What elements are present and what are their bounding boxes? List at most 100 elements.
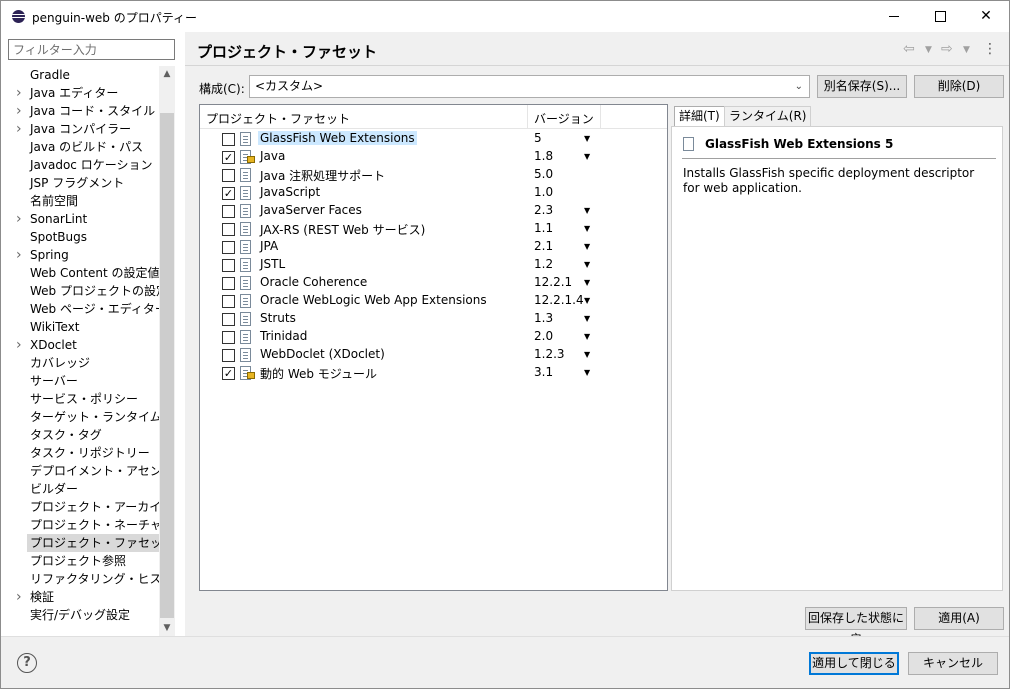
facet-version[interactable]: 12.2.1.4 bbox=[534, 293, 584, 307]
facet-checkbox[interactable] bbox=[222, 295, 235, 308]
sidebar-item[interactable]: › 検証 bbox=[8, 588, 159, 606]
sidebar-item[interactable]: タスク・リポジトリー bbox=[8, 444, 159, 462]
tab-details[interactable]: 詳細(T) bbox=[674, 106, 725, 127]
facet-version[interactable]: 2.3 bbox=[534, 203, 553, 217]
sidebar-item[interactable]: Web Content の設定値 bbox=[8, 264, 159, 282]
chevron-right-icon[interactable]: › bbox=[16, 120, 26, 138]
back-arrow-icon[interactable]: ⇦ bbox=[903, 41, 915, 57]
facet-row[interactable]: Trinidad 2.0 ▼ bbox=[200, 328, 667, 346]
facet-column-header[interactable]: プロジェクト・ファセット bbox=[206, 110, 350, 127]
sidebar-item[interactable]: › Java エディター bbox=[8, 84, 159, 102]
restore-button[interactable]: 回保存した状態に戻 bbox=[805, 607, 907, 646]
view-menu-icon[interactable]: ⋮ bbox=[983, 41, 997, 57]
facet-checkbox[interactable]: ✓ bbox=[222, 367, 235, 380]
facet-checkbox[interactable] bbox=[222, 277, 235, 290]
facet-row[interactable]: JSTL 1.2 ▼ bbox=[200, 256, 667, 274]
facet-row[interactable]: Struts 1.3 ▼ bbox=[200, 310, 667, 328]
facet-version[interactable]: 1.0 bbox=[534, 185, 553, 199]
close-button[interactable]: ✕ bbox=[963, 1, 1009, 32]
tab-runtime[interactable]: ランタイム(R) bbox=[724, 106, 812, 126]
version-dropdown-icon[interactable]: ▼ bbox=[584, 347, 590, 363]
version-dropdown-icon[interactable]: ▼ bbox=[584, 149, 590, 165]
version-dropdown-icon[interactable]: ▼ bbox=[584, 239, 590, 255]
maximize-button[interactable] bbox=[917, 1, 963, 32]
facet-checkbox[interactable] bbox=[222, 331, 235, 344]
version-dropdown-icon[interactable]: ▼ bbox=[584, 257, 590, 273]
facet-row[interactable]: Java 注釈処理サポート 5.0 bbox=[200, 166, 667, 184]
sidebar-item[interactable]: プロジェクト参照 bbox=[8, 552, 159, 570]
facet-row[interactable]: ✓ 動的 Web モジュール 3.1 ▼ bbox=[200, 364, 667, 382]
facet-checkbox[interactable] bbox=[222, 205, 235, 218]
minimize-button[interactable] bbox=[871, 1, 917, 32]
facet-row[interactable]: ✓ Java 1.8 ▼ bbox=[200, 148, 667, 166]
chevron-right-icon[interactable]: › bbox=[16, 84, 26, 102]
facet-checkbox[interactable] bbox=[222, 169, 235, 182]
chevron-right-icon[interactable]: › bbox=[16, 246, 26, 264]
facet-checkbox[interactable]: ✓ bbox=[222, 151, 235, 164]
sidebar-item[interactable]: › XDoclet bbox=[8, 336, 159, 354]
facet-version[interactable]: 2.0 bbox=[534, 329, 553, 343]
facet-row[interactable]: JAX-RS (REST Web サービス) 1.1 ▼ bbox=[200, 220, 667, 238]
filter-input[interactable] bbox=[8, 39, 175, 60]
facet-checkbox[interactable] bbox=[222, 133, 235, 146]
sidebar-item[interactable]: › Spring bbox=[8, 246, 159, 264]
apply-and-close-button[interactable]: 適用して閉じる bbox=[809, 652, 899, 675]
forward-dropdown-icon[interactable]: ▼ bbox=[963, 45, 970, 55]
cancel-button[interactable]: キャンセル bbox=[908, 652, 998, 675]
facet-version[interactable]: 1.2.3 bbox=[534, 347, 565, 361]
facet-checkbox[interactable] bbox=[222, 223, 235, 236]
facet-row[interactable]: GlassFish Web Extensions 5 ▼ bbox=[200, 130, 667, 148]
facet-row[interactable]: ✓ JavaScript 1.0 bbox=[200, 184, 667, 202]
sidebar-item[interactable]: › Java コード・スタイル bbox=[8, 102, 159, 120]
facet-version[interactable]: 5 bbox=[534, 131, 542, 145]
chevron-right-icon[interactable]: › bbox=[16, 210, 26, 228]
sidebar-item[interactable]: サーバー bbox=[8, 372, 159, 390]
sidebar-scrollbar[interactable]: ▲ ▼ bbox=[159, 66, 175, 636]
sidebar-item[interactable]: › SonarLint bbox=[8, 210, 159, 228]
scroll-down-icon[interactable]: ▼ bbox=[159, 620, 175, 636]
sidebar-item[interactable]: JSP フラグメント bbox=[8, 174, 159, 192]
sidebar-item[interactable]: Javadoc ロケーション bbox=[8, 156, 159, 174]
forward-arrow-icon[interactable]: ⇨ bbox=[941, 41, 953, 57]
sidebar-item[interactable]: 名前空間 bbox=[8, 192, 159, 210]
sidebar-item[interactable]: プロジェクト・アーカイブ bbox=[8, 498, 159, 516]
facet-row[interactable]: WebDoclet (XDoclet) 1.2.3 ▼ bbox=[200, 346, 667, 364]
sidebar-item[interactable]: ビルダー bbox=[8, 480, 159, 498]
back-dropdown-icon[interactable]: ▼ bbox=[925, 45, 932, 55]
version-dropdown-icon[interactable]: ▼ bbox=[584, 329, 590, 345]
sidebar-item[interactable]: › Java コンパイラー bbox=[8, 120, 159, 138]
sidebar-item[interactable]: ターゲット・ランタイム bbox=[8, 408, 159, 426]
delete-button[interactable]: 削除(D) bbox=[914, 75, 1004, 98]
facet-version[interactable]: 1.1 bbox=[534, 221, 553, 235]
sidebar-item[interactable]: 実行/デバッグ設定 bbox=[8, 606, 159, 624]
sidebar-item[interactable]: サービス・ポリシー bbox=[8, 390, 159, 408]
version-dropdown-icon[interactable]: ▼ bbox=[584, 221, 590, 237]
facet-row[interactable]: Oracle WebLogic Web App Extensions 12.2.1… bbox=[200, 292, 667, 310]
version-dropdown-icon[interactable]: ▼ bbox=[584, 131, 590, 147]
sidebar-item[interactable]: プロジェクト・ネーチャー bbox=[8, 516, 159, 534]
facet-version[interactable]: 1.8 bbox=[534, 149, 553, 163]
facet-row[interactable]: JPA 2.1 ▼ bbox=[200, 238, 667, 256]
sidebar-item[interactable]: SpotBugs bbox=[8, 228, 159, 246]
version-column-header[interactable]: バージョン bbox=[534, 110, 594, 127]
config-select[interactable]: <カスタム> ⌄ bbox=[249, 75, 810, 98]
version-dropdown-icon[interactable]: ▼ bbox=[584, 311, 590, 327]
sidebar-item[interactable]: デプロイメント・アセンブリー bbox=[8, 462, 159, 480]
help-icon[interactable]: ? bbox=[17, 653, 37, 673]
facet-version[interactable]: 1.3 bbox=[534, 311, 553, 325]
facet-checkbox[interactable] bbox=[222, 259, 235, 272]
sidebar-item[interactable]: Web プロジェクトの設定 bbox=[8, 282, 159, 300]
sidebar-item[interactable]: WikiText bbox=[8, 318, 159, 336]
apply-button[interactable]: 適用(A) bbox=[914, 607, 1004, 630]
sidebar-item[interactable]: タスク・タグ bbox=[8, 426, 159, 444]
facet-version[interactable]: 12.2.1 bbox=[534, 275, 572, 289]
sidebar-item[interactable]: Java のビルド・パス bbox=[8, 138, 159, 156]
facet-checkbox[interactable] bbox=[222, 313, 235, 326]
sidebar-item[interactable]: Gradle bbox=[8, 66, 159, 84]
sidebar-item[interactable]: プロジェクト・ファセット bbox=[8, 534, 159, 552]
facet-version[interactable]: 3.1 bbox=[534, 365, 553, 379]
version-dropdown-icon[interactable]: ▼ bbox=[584, 275, 590, 291]
chevron-right-icon[interactable]: › bbox=[16, 336, 26, 354]
facet-row[interactable]: JavaServer Faces 2.3 ▼ bbox=[200, 202, 667, 220]
facet-version[interactable]: 2.1 bbox=[534, 239, 553, 253]
